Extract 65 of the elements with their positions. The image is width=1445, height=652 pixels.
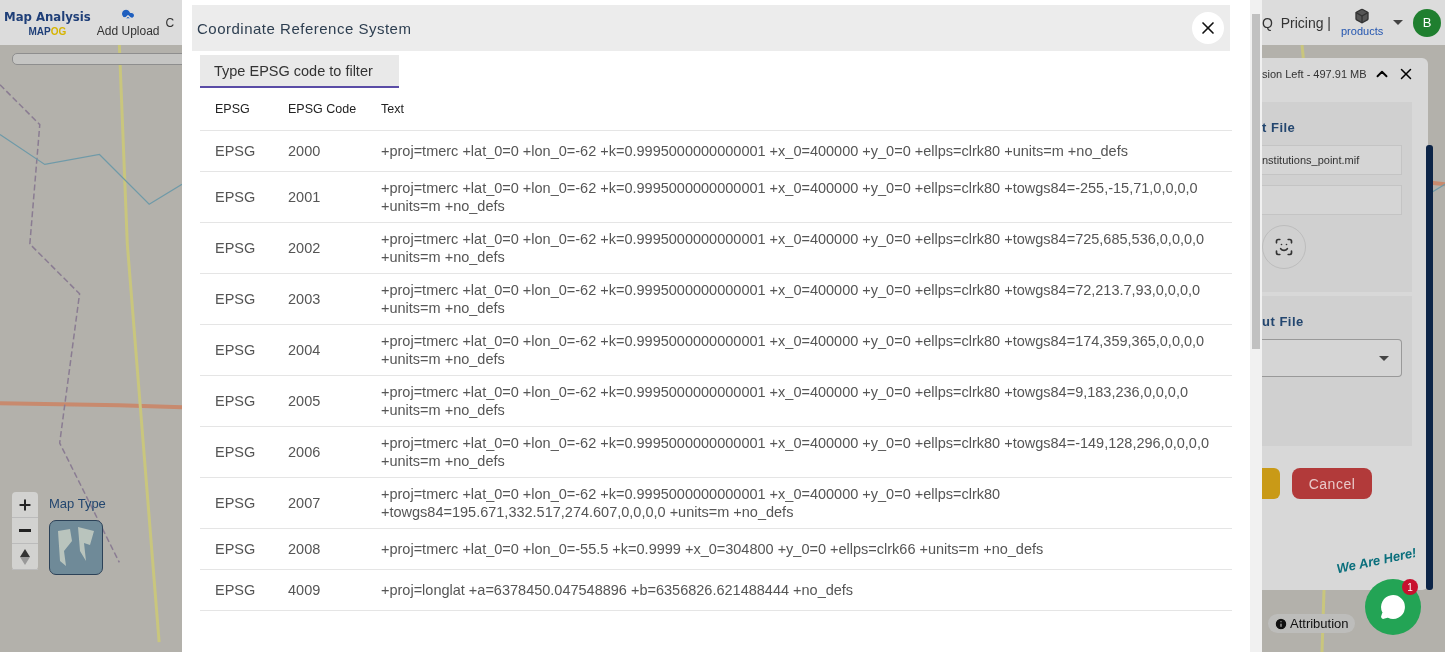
table-cell: EPSG: [200, 273, 273, 325]
attribution-button[interactable]: Attribution: [1268, 614, 1355, 633]
table-cell: +proj=tmerc +lat_0=0 +lon_0=-62 +k=0.9995000000000001 +x_0=400000 +y_0=0 +ellps=clrk80 +units=m +no_defs: [366, 130, 1232, 172]
table-cell: +proj=tmerc +lat_0=0 +lon_0=-62 +k=0.9995000000000001 +x_0=400000 +y_0=0 +ellps=clrk80 +towgs84=9,183,236,0,0,0,0 +units=m +no_defs: [366, 375, 1232, 427]
dialog-title: Coordinate Reference System: [197, 19, 412, 37]
chat-bubble-icon: [1380, 594, 1406, 620]
table-cell: 2005: [273, 375, 366, 427]
box-icon: [1354, 8, 1371, 24]
table-cell: EPSG: [200, 375, 273, 427]
table-cell: EPSG: [200, 171, 273, 223]
table-cell: +proj=tmerc +lat_0=0 +lon_0=-62 +k=0.9995000000000001 +x_0=400000 +y_0=0 +ellps=clrk80 +towgs84=725,685,536,0,0,0,0 +units=m +no_defs: [366, 222, 1232, 274]
input-field[interactable]: [1262, 185, 1402, 215]
products-menu[interactable]: products: [1341, 8, 1384, 37]
user-avatar[interactable]: B: [1413, 8, 1442, 37]
scrollbar[interactable]: [1250, 0, 1262, 652]
table-cell: +proj=tmerc +lat_0=0 +lon_0=-62 +k=0.9995000000000001 +x_0=400000 +y_0=0 +ellps=clrk80 +towgs84=72,213.7,93,0,0,0,0 +units=m +no_defs: [366, 273, 1232, 325]
table-cell: EPSG: [200, 426, 273, 478]
minus-icon: [19, 529, 31, 532]
scan-icon: [1274, 237, 1294, 257]
chat-tagline: We Are Here!: [1335, 544, 1418, 577]
table-cell: +proj=tmerc +lat_0=0 +lon_0=-62 +k=0.9995000000000001 +x_0=400000 +y_0=0 +ellps=clrk80 +towgs84=-149,128,296,0,0,0,0 +units=m +no_defs: [366, 426, 1232, 478]
table-cell: +proj=longlat +a=6378450.047548896 +b=6356826.621488444 +no_defs: [366, 569, 1232, 611]
filter-field[interactable]: Type EPSG code to filter: [200, 55, 399, 88]
storage-text: sion Left - 497.91 MB: [1262, 68, 1367, 80]
table-cell: 2000: [273, 130, 366, 172]
column-header: Text: [366, 88, 1232, 131]
column-header: EPSG: [200, 88, 273, 131]
file-name-field[interactable]: nstitutions_point.mif: [1262, 145, 1402, 175]
plus-icon: [17, 496, 33, 513]
column-header: EPSG Code: [273, 88, 366, 131]
info-icon: [1274, 616, 1288, 631]
map-type-thumbnail[interactable]: [49, 520, 103, 575]
table-cell: +proj=tmerc +lat_0=0 +lon_0=-62 +k=0.9995000000000001 +x_0=400000 +y_0=0 +ellps=clrk80 +towgs84=195.671,332.517,274.607,0,0,0,0 +units=m +no_defs: [366, 477, 1232, 529]
compass-icon: [20, 548, 30, 565]
table-cell: 2004: [273, 324, 366, 376]
table-cell: 4009: [273, 569, 366, 611]
section-heading: t File: [1262, 120, 1297, 135]
table-cell: EPSG: [200, 569, 273, 611]
cancel-button[interactable]: Cancel: [1292, 468, 1372, 499]
app-logo: MAPOG: [28, 25, 67, 37]
table-cell: +proj=tmerc +lat_0=0 +lon_0=-55.5 +k=0.9999 +x_0=304800 +y_0=0 +ellps=clrk66 +units=m +no_defs: [366, 528, 1232, 570]
menu-item[interactable]: C: [165, 15, 175, 30]
table-cell: 2006: [273, 426, 366, 478]
table-cell: EPSG: [200, 130, 273, 172]
map-type-label: Map Type: [49, 496, 106, 511]
table-cell: EPSG: [200, 477, 273, 529]
focus-button[interactable]: [1262, 225, 1306, 269]
table-cell: 2003: [273, 273, 366, 325]
table-cell: 2002: [273, 222, 366, 274]
table-cell: EPSG: [200, 324, 273, 376]
app-title: Map Analysis: [4, 8, 91, 24]
table-cell: 2008: [273, 528, 366, 570]
table-cell: +proj=tmerc +lat_0=0 +lon_0=-62 +k=0.9995000000000001 +x_0=400000 +y_0=0 +ellps=clrk80 +towgs84=174,359,365,0,0,0,0 +units=m +no_defs: [366, 324, 1232, 376]
add-upload-button[interactable]: Add Upload: [96, 7, 160, 38]
scrollbar-thumb[interactable]: [1252, 14, 1260, 349]
select-field[interactable]: [1262, 339, 1402, 377]
table-cell: EPSG: [200, 528, 273, 570]
table-cell: 2007: [273, 477, 366, 529]
caret-icon[interactable]: [1393, 20, 1404, 25]
table-cell: EPSG: [200, 222, 273, 274]
table-cell: 2001: [273, 171, 366, 223]
table-cell: +proj=tmerc +lat_0=0 +lon_0=-62 +k=0.9995000000000001 +x_0=400000 +y_0=0 +ellps=clrk80 +towgs84=-255,-15,71,0,0,0,0 +units=m +no_defs: [366, 171, 1232, 223]
pricing-link[interactable]: Q Pricing |: [1262, 14, 1331, 31]
close-button[interactable]: [1192, 12, 1224, 44]
section-heading: ut File: [1262, 314, 1305, 329]
